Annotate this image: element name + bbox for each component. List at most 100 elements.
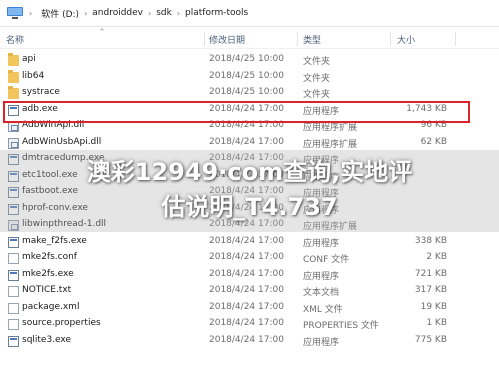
file-name: api <box>22 54 36 64</box>
exe-icon <box>8 170 19 182</box>
file-name: etc1tool.exe <box>22 169 78 180</box>
file-name: mke2fs.exe <box>22 268 74 279</box>
file-name: dmtracedump.exe <box>22 153 105 163</box>
column-header-size[interactable]: 大小 <box>397 33 415 46</box>
file-name: hprof-conv.exe <box>22 202 88 213</box>
dll-icon <box>8 121 19 132</box>
file-row[interactable]: mke2fs.conf 2018/4/24 17:00 CONF 文件 2 KB <box>0 250 499 267</box>
chevron-right-icon: › <box>84 8 88 18</box>
file-row[interactable]: lib64 2018/4/25 10:00 文件夹 <box>0 69 499 86</box>
file-date: 2018/4/24 17:00 <box>209 301 284 312</box>
file-row[interactable]: fastboot.exe 2018/4/24 17:00 应用程序 <box>0 184 499 201</box>
file-row[interactable]: make_f2fs.exe 2018/4/24 17:00 应用程序 338 KB <box>0 234 499 251</box>
file-type: PROPERTIES 文件 <box>303 321 379 331</box>
file-row[interactable]: source.properties 2018/4/24 17:00 PROPERTI… <box>0 316 499 333</box>
file-name: mke2fs.conf <box>22 252 77 262</box>
file-date: 2018/4/25 10:00 <box>209 70 284 81</box>
file-type: 应用程序扩展 <box>303 123 358 133</box>
file-type: 文件夹 <box>303 90 331 100</box>
file-row[interactable]: adb.exe 2018/4/24 17:00 应用程序 1,743 KB <box>0 102 499 119</box>
file-date: 2018/4/24 17:00 <box>209 285 284 295</box>
column-header-name[interactable]: 名称 <box>6 33 24 46</box>
file-size: 62 KB <box>420 136 447 147</box>
file-row[interactable]: systrace 2018/4/25 10:00 文件夹 <box>0 85 499 102</box>
file-type: 应用程序 <box>303 106 340 117</box>
file-name: NOTICE.txt <box>22 285 72 295</box>
exe-icon <box>8 335 19 347</box>
file-row[interactable]: hprof-conv.exe 2018/4/24 17:00 应用程序 <box>0 201 499 218</box>
file-name: AdbWinApi.dll <box>22 120 85 130</box>
file-size: 1 KB <box>426 318 447 328</box>
file-icon <box>8 253 19 264</box>
file-icon <box>8 302 19 314</box>
file-size: 2 KB <box>426 252 447 262</box>
file-row[interactable]: etc1tool.exe 2018/4/24 17:00 应用程序 <box>0 168 499 185</box>
file-size: 338 KB <box>414 235 447 246</box>
dll-icon <box>8 220 19 231</box>
file-name: fastboot.exe <box>22 186 78 196</box>
file-type: 应用程序 <box>303 238 340 249</box>
file-date: 2018/4/24 17:00 <box>209 120 284 130</box>
exe-icon <box>8 236 19 248</box>
breadcrumb: 软件 (D:) › androiddev › sdk › platform-to… <box>41 7 248 20</box>
file-row[interactable]: AdbWinUsbApi.dll 2018/4/24 17:00 应用程序扩展 62 … <box>0 135 499 152</box>
column-header-row: ^ 名称 修改日期 类型 大小 <box>0 28 499 49</box>
file-icon <box>8 319 19 330</box>
dll-icon <box>8 137 19 149</box>
file-name: source.properties <box>22 318 101 328</box>
file-type: 文件夹 <box>303 73 331 84</box>
file-type: 应用程序扩展 <box>303 139 358 150</box>
file-name: adb.exe <box>22 103 58 114</box>
file-row[interactable]: package.xml 2018/4/24 17:00 XML 文件 19 KB <box>0 300 499 317</box>
computer-icon <box>6 6 24 20</box>
file-row[interactable]: dmtracedump.exe 2018/4/24 17:00 应用程序 <box>0 151 499 168</box>
column-header-type[interactable]: 类型 <box>303 33 321 46</box>
file-row[interactable]: api 2018/4/25 10:00 文件夹 <box>0 52 499 69</box>
file-type: 文件夹 <box>303 57 331 67</box>
file-type: 应用程序 <box>303 172 340 183</box>
file-date: 2018/4/24 17:00 <box>209 235 284 246</box>
column-divider[interactable] <box>204 32 205 46</box>
file-type: 文本文档 <box>303 288 340 298</box>
column-divider[interactable] <box>390 32 391 46</box>
exe-icon <box>8 187 19 198</box>
file-size: 19 KB <box>420 301 447 312</box>
folder-icon <box>8 53 19 66</box>
breadcrumb-drive[interactable]: 软件 (D:) <box>41 7 79 20</box>
file-row[interactable]: sqlite3.exe 2018/4/24 17:00 应用程序 775 KB <box>0 333 499 350</box>
chevron-right-icon: › <box>176 8 181 18</box>
file-row[interactable]: AdbWinApi.dll 2018/4/24 17:00 应用程序扩展 96 KB <box>0 118 499 135</box>
file-type: 应用程序扩展 <box>303 222 358 232</box>
file-date: 2018/4/25 10:00 <box>209 54 284 64</box>
file-row[interactable]: NOTICE.txt 2018/4/24 17:00 文本文档 317 KB <box>0 283 499 300</box>
file-name: package.xml <box>22 301 80 312</box>
file-date: 2018/4/24 17:00 <box>209 186 284 196</box>
sort-up-icon: ^ <box>99 28 105 36</box>
file-size: 775 KB <box>414 334 447 345</box>
column-header-date[interactable]: 修改日期 <box>209 33 245 46</box>
file-type: XML 文件 <box>303 304 343 315</box>
breadcrumb-sdk[interactable]: sdk <box>156 8 172 18</box>
exe-icon <box>8 203 19 215</box>
file-date: 2018/4/24 17:00 <box>209 136 284 147</box>
column-divider[interactable] <box>297 32 298 46</box>
file-date: 2018/4/24 17:00 <box>209 252 284 262</box>
breadcrumb-platform-tools[interactable]: platform-tools <box>185 8 248 18</box>
file-row[interactable]: mke2fs.exe 2018/4/24 17:00 应用程序 721 KB <box>0 267 499 284</box>
file-size: 1,743 KB <box>406 103 447 114</box>
file-name: systrace <box>22 87 60 97</box>
file-name: lib64 <box>22 70 45 81</box>
file-size: 721 KB <box>414 268 447 279</box>
file-date: 2018/4/24 17:00 <box>209 169 284 180</box>
breadcrumb-androiddev[interactable]: androiddev <box>92 8 143 18</box>
folder-icon <box>8 69 19 83</box>
file-name: make_f2fs.exe <box>22 235 87 246</box>
file-list: api 2018/4/25 10:00 文件夹 lib64 2018/4/25 10:0… <box>0 52 499 349</box>
file-date: 2018/4/24 17:00 <box>209 268 284 279</box>
file-row[interactable]: libwinpthread-1.dll 2018/4/24 17:00 应用程序扩展 <box>0 217 499 234</box>
file-name: sqlite3.exe <box>22 334 72 345</box>
file-size: 96 KB <box>420 120 447 130</box>
column-divider[interactable] <box>455 32 456 46</box>
file-date: 2018/4/24 17:00 <box>209 334 284 345</box>
address-bar[interactable]: › 软件 (D:) › androiddev › sdk › platform-… <box>0 0 499 27</box>
